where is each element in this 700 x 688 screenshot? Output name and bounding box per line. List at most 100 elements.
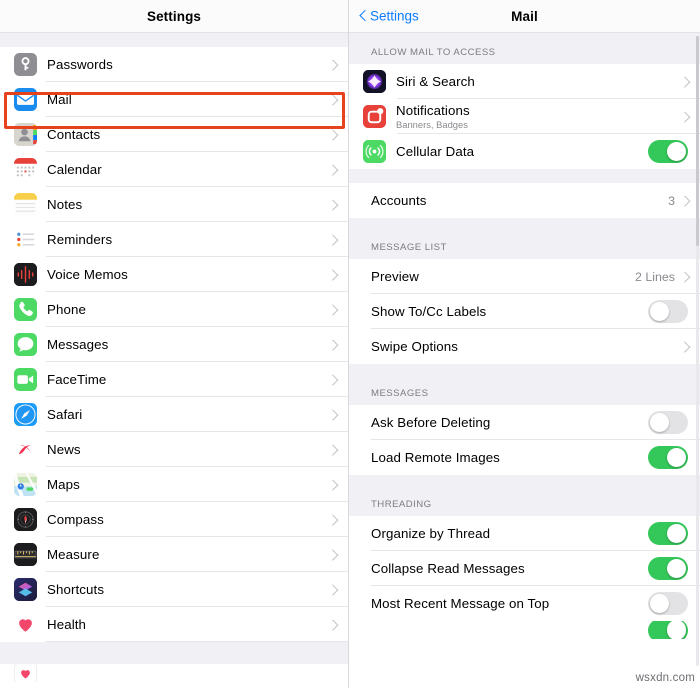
mail-setting-row-most-recent-message-on-top[interactable]: Most Recent Message on Top xyxy=(349,586,700,621)
toggle-knob xyxy=(649,412,670,433)
row-label: Most Recent Message on Top xyxy=(371,596,550,611)
sidebar-item-contacts[interactable]: Contacts xyxy=(0,117,348,152)
toggle-switch-off[interactable] xyxy=(648,411,688,434)
contacts-icon xyxy=(14,123,37,146)
chevron-right-icon xyxy=(329,619,336,631)
sidebar-item-health[interactable]: Health xyxy=(0,607,348,642)
toggle-switch-on[interactable] xyxy=(648,557,688,580)
mail-setting-row-notifications[interactable]: Notifications Banners, Badges xyxy=(349,99,700,134)
sidebar-item-label: Notes xyxy=(47,197,83,212)
sidebar-item-label: Messages xyxy=(47,337,109,352)
scrollbar-thumb[interactable] xyxy=(695,36,699,246)
mail-setting-row-accounts[interactable]: Accounts 3 xyxy=(349,183,700,218)
sidebar-item-notes[interactable]: Notes xyxy=(0,187,348,222)
sidebar-item-calendar[interactable]: Calendar xyxy=(0,152,348,187)
compass-icon xyxy=(14,508,37,531)
chevron-right-icon xyxy=(329,304,336,316)
sidebar-item-reminders[interactable]: Reminders xyxy=(0,222,348,257)
mail-setting-row-organize-by-thread[interactable]: Organize by Thread xyxy=(349,516,700,551)
toggle-switch-on[interactable] xyxy=(648,446,688,469)
messages-icon xyxy=(14,333,37,356)
mail-setting-row-cellular-data[interactable]: Cellular Data xyxy=(349,134,700,169)
chevron-right-icon xyxy=(329,94,336,106)
settings-split-view: Settings Passwords Mail Contacts Calendar No… xyxy=(0,0,700,688)
sidebar-item-label: Measure xyxy=(47,547,100,562)
left-top-gap xyxy=(0,33,348,47)
sidebar-item-label: Maps xyxy=(47,477,80,492)
news-icon xyxy=(14,438,37,461)
sidebar-item-label: Voice Memos xyxy=(47,267,128,282)
toggle-switch-off[interactable] xyxy=(648,592,688,615)
sidebar-item-voice-memos[interactable]: Voice Memos xyxy=(0,257,348,292)
toggle-knob xyxy=(666,523,687,544)
facetime-icon xyxy=(14,368,37,391)
row-label: Ask Before Deleting xyxy=(371,415,491,430)
sidebar-item-label: Mail xyxy=(47,92,72,107)
toggle-switch-on[interactable] xyxy=(648,621,688,639)
calendar-icon xyxy=(14,158,37,181)
sidebar-item-label: FaceTime xyxy=(47,372,107,387)
sidebar-item-label: Safari xyxy=(47,407,83,422)
vertical-scrollbar[interactable] xyxy=(695,36,699,666)
row-label: Organize by Thread xyxy=(371,526,491,541)
sidebar-item-shortcuts[interactable]: Shortcuts xyxy=(0,572,348,607)
sidebar-item-measure[interactable]: Measure xyxy=(0,537,348,572)
sidebar-item-passwords[interactable]: Passwords xyxy=(0,47,348,82)
sidebar-item-label: Health xyxy=(47,617,87,632)
watermark: wsxdn.com xyxy=(635,672,695,684)
sidebar-item-label: Contacts xyxy=(47,127,101,142)
mail-setting-row-ask-before-deleting[interactable]: Ask Before Deleting xyxy=(349,405,700,440)
toggle-switch-off[interactable] xyxy=(648,300,688,323)
mail-setting-row-show-to-cc-labels[interactable]: Show To/Cc Labels xyxy=(349,294,700,329)
chevron-right-icon xyxy=(681,111,688,123)
chevron-right-icon xyxy=(329,59,336,71)
sidebar-item-safari[interactable]: Safari xyxy=(0,397,348,432)
reminders-icon xyxy=(14,228,37,251)
mail-settings-list: ALLOW MAIL TO ACCESS Siri & Search Notific… xyxy=(349,33,700,639)
row-label: Collapse Read Messages xyxy=(371,561,525,576)
chevron-right-icon xyxy=(681,341,688,353)
section-gap xyxy=(349,218,700,242)
toggle-knob xyxy=(666,558,687,579)
mail-setting-row-swipe-options[interactable]: Swipe Options xyxy=(349,329,700,364)
chevron-right-icon xyxy=(329,514,336,526)
row-sublabel: Banners, Badges xyxy=(396,119,468,130)
mail-setting-row-collapse-read-messages[interactable]: Collapse Read Messages xyxy=(349,551,700,586)
chevron-right-icon xyxy=(681,195,688,207)
toggle-knob xyxy=(649,301,670,322)
notifications-icon xyxy=(363,105,386,128)
sidebar-item-messages[interactable]: Messages xyxy=(0,327,348,362)
shortcuts-icon xyxy=(14,578,37,601)
sidebar-item-compass[interactable]: Compass xyxy=(0,502,348,537)
sidebar-item-label: Shortcuts xyxy=(47,582,105,597)
section-gap xyxy=(349,475,700,499)
sidebar-item-phone[interactable]: Phone xyxy=(0,292,348,327)
toggle-switch-on[interactable] xyxy=(648,522,688,545)
sidebar-item-label: Compass xyxy=(47,512,104,527)
maps-icon xyxy=(14,473,37,496)
toggle-switch-on[interactable] xyxy=(648,140,688,163)
row-label: Accounts xyxy=(371,193,427,208)
mail-setting-row-siri-search[interactable]: Siri & Search xyxy=(349,64,700,99)
right-navbar: Settings Mail xyxy=(349,0,700,33)
chevron-right-icon xyxy=(329,234,336,246)
section-header: ALLOW MAIL TO ACCESS xyxy=(349,47,700,64)
sidebar-item-facetime[interactable]: FaceTime xyxy=(0,362,348,397)
mail-setting-row-load-remote-images[interactable]: Load Remote Images xyxy=(349,440,700,475)
left-bottom-gap xyxy=(0,642,348,664)
mail-setting-row-preview[interactable]: Preview 2 Lines xyxy=(349,259,700,294)
page-title: Mail xyxy=(511,8,538,24)
chevron-right-icon xyxy=(329,339,336,351)
sidebar-item-maps[interactable]: Maps xyxy=(0,467,348,502)
row-value: 2 Lines xyxy=(635,269,675,284)
sidebar-item-news[interactable]: News xyxy=(0,432,348,467)
row-label: Load Remote Images xyxy=(371,450,500,465)
chevron-right-icon xyxy=(329,584,336,596)
mail-setting-row-partial[interactable] xyxy=(349,621,700,639)
toggle-knob xyxy=(666,621,687,639)
row-label: Preview xyxy=(371,269,419,284)
section-header: MESSAGE LIST xyxy=(349,242,700,259)
settings-app-list: Passwords Mail Contacts Calendar Notes Remind… xyxy=(0,47,348,642)
sidebar-item-mail[interactable]: Mail xyxy=(0,82,348,117)
list-item-partial[interactable] xyxy=(0,664,348,682)
